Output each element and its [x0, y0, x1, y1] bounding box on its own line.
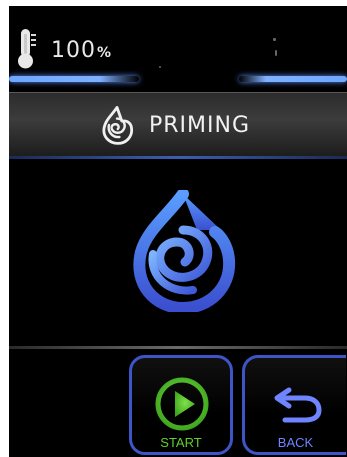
level-unit: % — [97, 45, 113, 61]
status-glow-right — [239, 76, 347, 82]
noise-dot — [273, 38, 276, 41]
priming-drop-icon — [133, 190, 236, 312]
level-readout: 100% — [51, 38, 112, 63]
start-button[interactable]: START — [129, 355, 233, 455]
noise-dot — [275, 50, 277, 56]
noise-dot — [159, 66, 161, 68]
status-bar: 100% — [9, 6, 347, 94]
level-value: 100 — [51, 38, 96, 63]
priming-drop-icon — [102, 106, 134, 145]
status-glow-left — [9, 76, 139, 82]
device-screen: 100% PRIMING START BACK — [9, 6, 347, 457]
back-label: BACK — [277, 435, 314, 450]
start-label: START — [160, 435, 202, 450]
back-arrow-icon — [274, 387, 322, 423]
thermometer-icon — [18, 29, 36, 69]
back-button[interactable]: BACK — [242, 355, 346, 455]
title-bar: PRIMING — [9, 92, 347, 159]
bottom-divider — [9, 346, 347, 349]
page-title: PRIMING — [149, 113, 251, 138]
play-icon — [155, 377, 209, 431]
